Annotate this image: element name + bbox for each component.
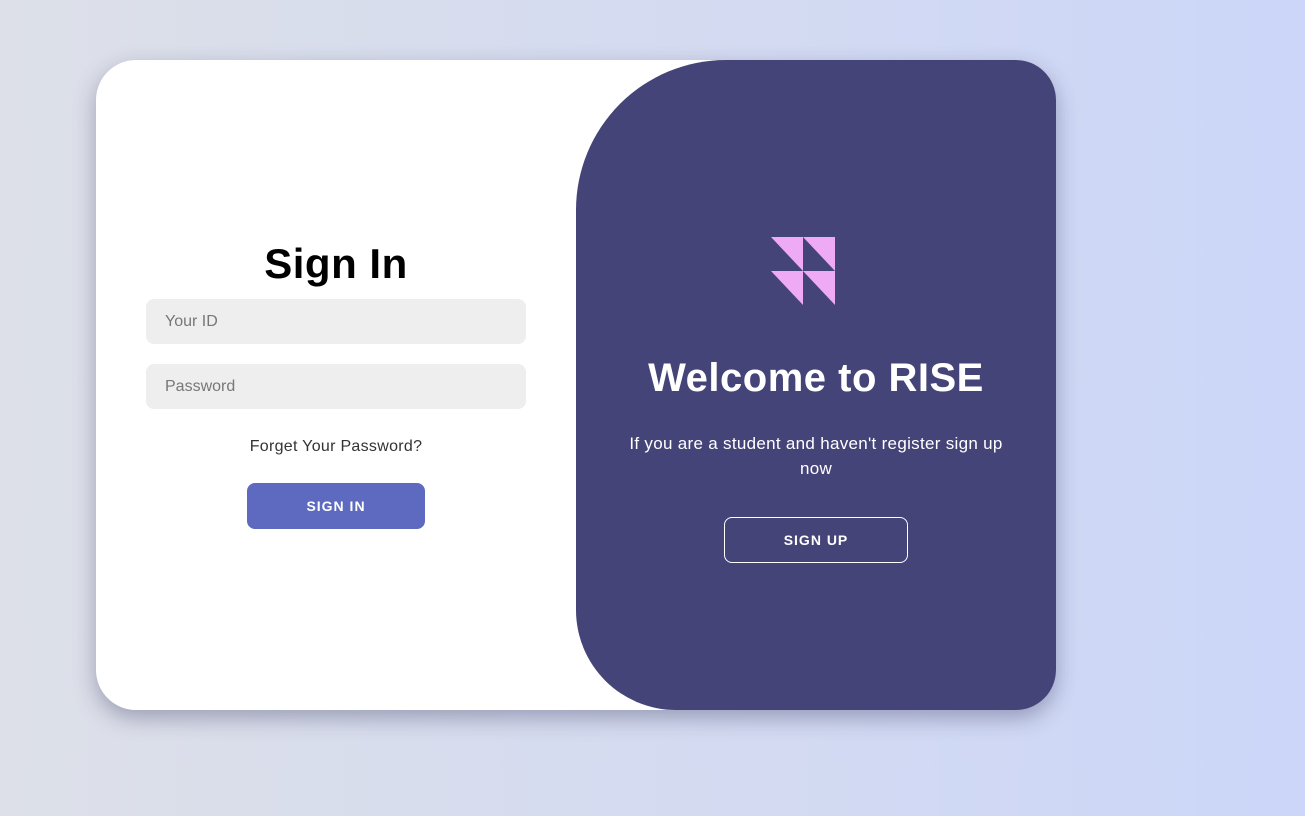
sign-in-title: Sign In <box>264 240 408 287</box>
sign-in-button[interactable]: SIGN IN <box>247 483 425 529</box>
forgot-password-link[interactable]: Forget Your Password? <box>96 438 576 456</box>
rise-logo-icon <box>771 237 835 305</box>
password-input[interactable] <box>146 364 526 409</box>
user-id-input[interactable] <box>146 299 526 344</box>
welcome-panel: Welcome to RISE If you are a student and… <box>576 60 1056 710</box>
sign-in-form: Sign In Forget Your Password? SIGN IN <box>96 60 576 710</box>
sign-up-button[interactable]: SIGN UP <box>724 517 908 563</box>
welcome-title: Welcome to RISE <box>648 356 984 400</box>
welcome-message: If you are a student and haven't registe… <box>629 434 1003 478</box>
auth-card: Sign In Forget Your Password? SIGN IN We… <box>96 60 1056 710</box>
